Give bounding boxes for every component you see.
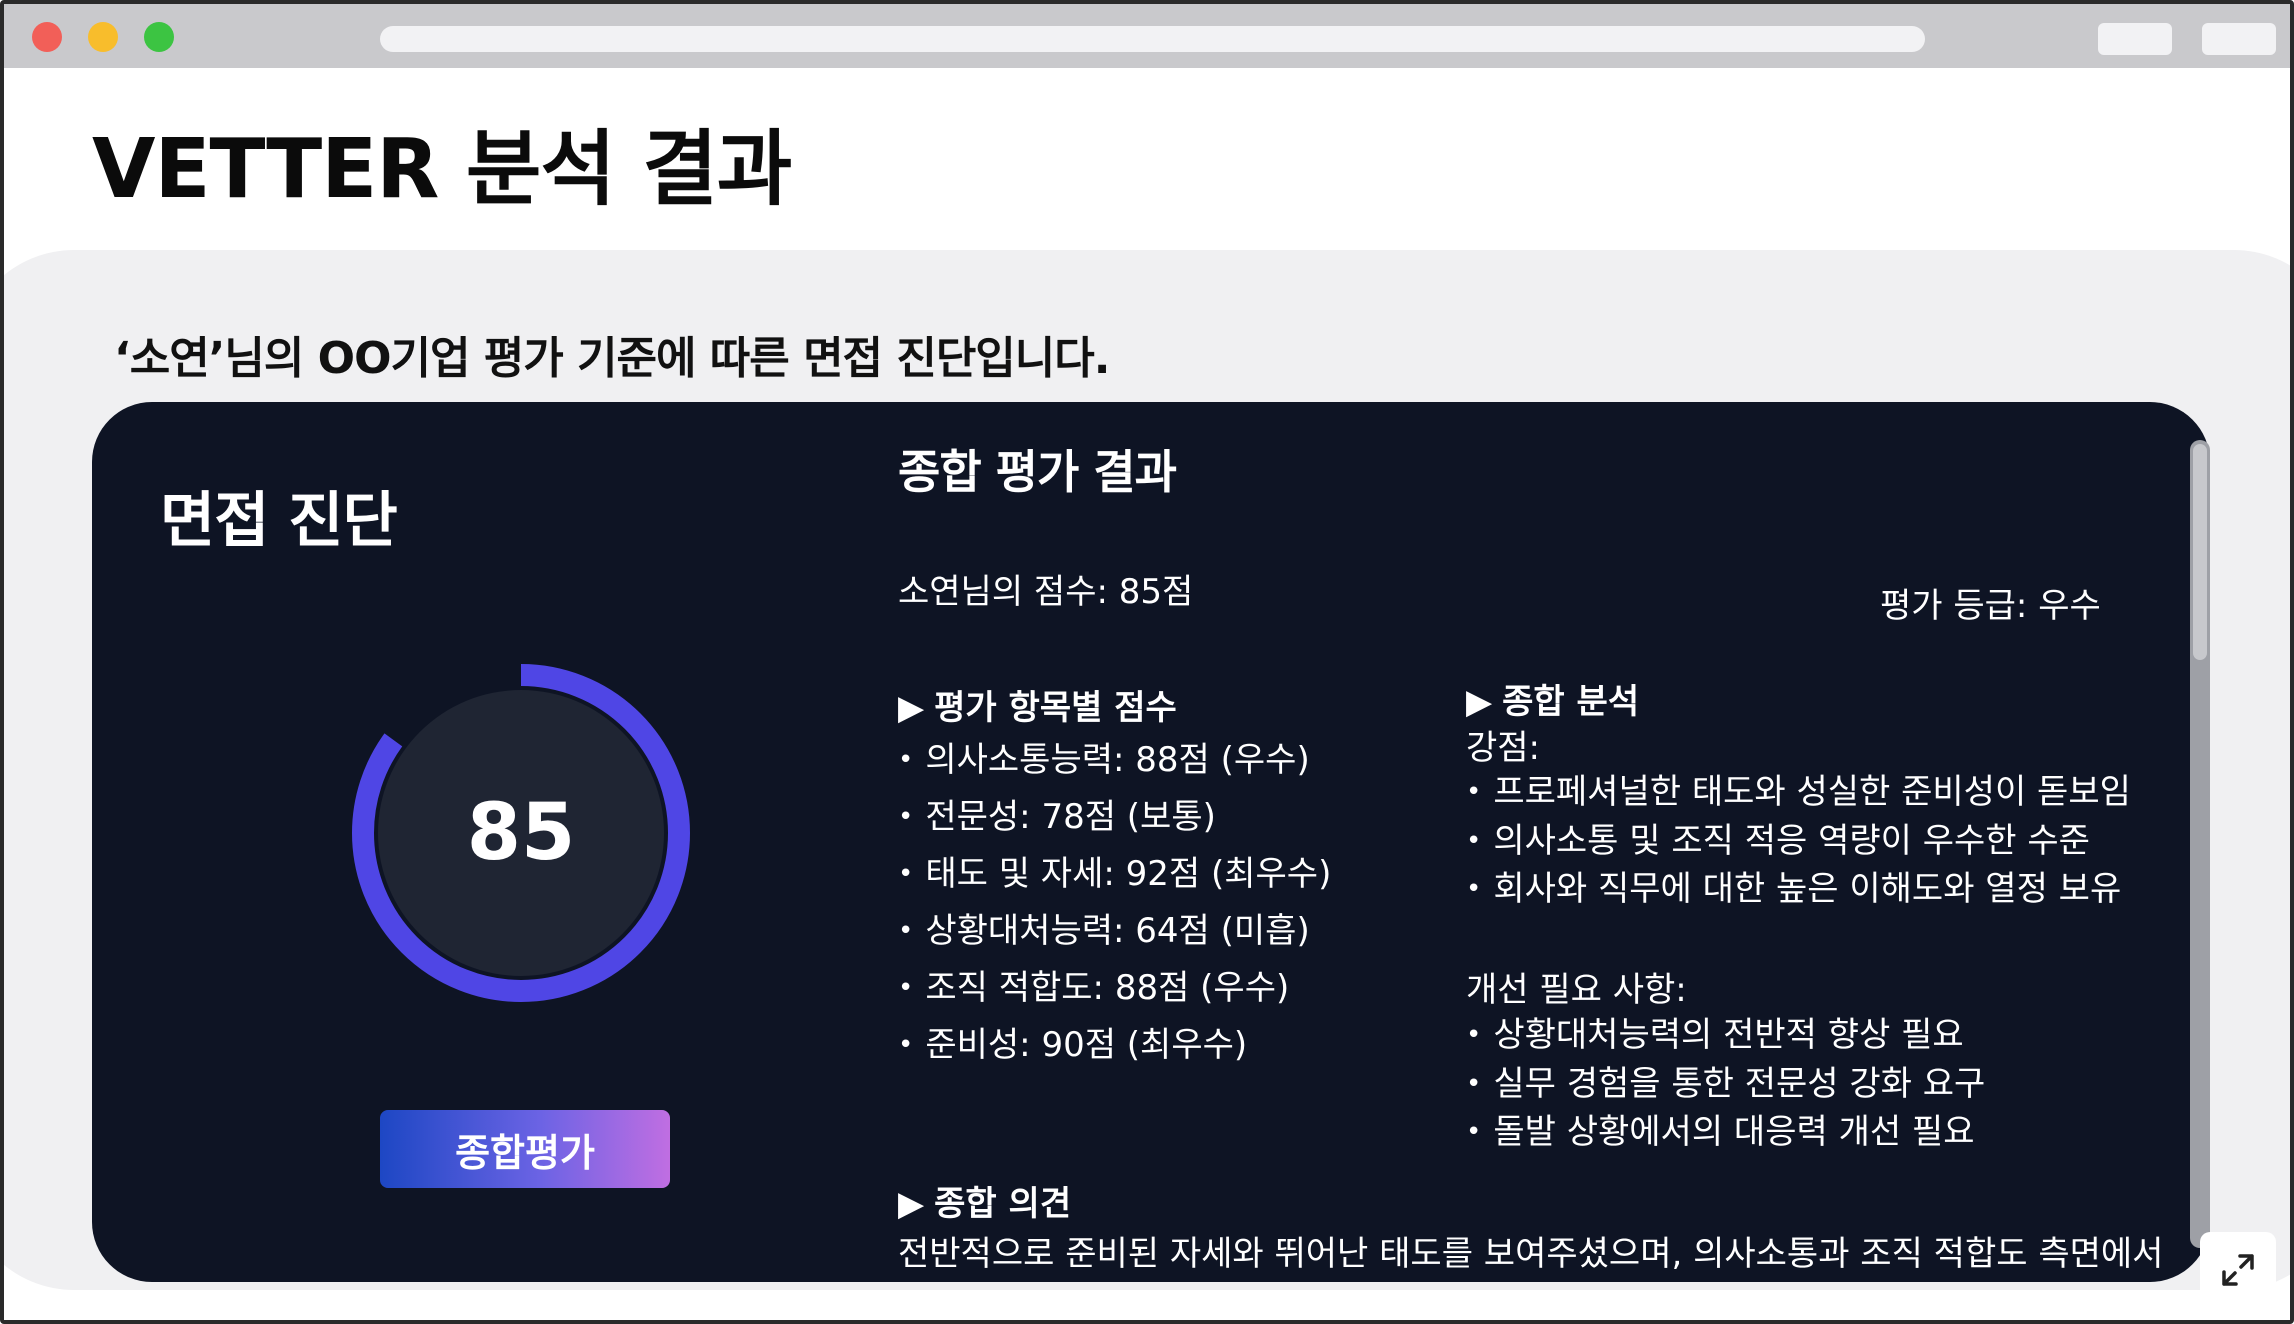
item-scores-heading-label: 평가 항목별 점수: [934, 688, 1177, 728]
list-item: 상황대처능력: 64점 (미흡): [898, 903, 1331, 960]
list-item: 회사와 직무에 대한 높은 이해도와 열정 보유: [1466, 861, 2131, 910]
toolbar-button[interactable]: [2098, 23, 2172, 55]
list-item: 태도 및 자세: 92점 (최우수): [898, 846, 1331, 903]
strengths-list: 프로페셔널한 태도와 성실한 준비성이 돋보임 의사소통 및 조직 적응 역량이…: [1466, 764, 2131, 910]
play-triangle-icon: ▶: [898, 688, 925, 728]
close-window-button[interactable]: [32, 22, 62, 52]
card-heading: 면접 진단: [160, 486, 398, 556]
play-triangle-icon: ▶: [1466, 682, 1493, 722]
expand-icon[interactable]: [2200, 1232, 2276, 1308]
list-item: 상황대처능력의 전반적 향상 필요: [1466, 1007, 1985, 1056]
list-item: 의사소통 및 조직 적응 역량이 우수한 수준: [1466, 813, 2131, 862]
analysis-heading: ▶ 종합 분석: [1466, 674, 1639, 723]
toolbar-button[interactable]: [2202, 23, 2276, 55]
list-item: 프로페셔널한 태도와 성실한 준비성이 돋보임: [1466, 764, 2131, 813]
improvements-label: 개선 필요 사항:: [1466, 970, 1687, 1010]
play-triangle-icon: ▶: [898, 1184, 925, 1224]
results-title: 종합 평가 결과: [898, 445, 1177, 499]
opinion-heading: ▶ 종합 의견: [898, 1176, 1071, 1225]
list-item: 준비성: 90점 (최우수): [898, 1017, 1331, 1074]
list-item: 실무 경험을 통한 전문성 강화 요구: [1466, 1056, 1985, 1105]
list-item: 전문성: 78점 (보통): [898, 789, 1331, 846]
score-text: 소연님의 점수: 85점: [898, 572, 1194, 612]
list-item: 의사소통능력: 88점 (우수): [898, 732, 1331, 789]
item-scores-list: 의사소통능력: 88점 (우수) 전문성: 78점 (보통) 태도 및 자세: …: [898, 732, 1331, 1074]
strengths-label: 강점:: [1466, 728, 1541, 768]
expand-icon-glyph: [2222, 1254, 2254, 1286]
page-subtitle: ‘소연’님의 OO기업 평가 기준에 따른 면접 진단입니다.: [114, 333, 1110, 384]
address-bar[interactable]: [380, 26, 1925, 52]
diagnosis-card: 면접 진단 85 종합평가 종합 평가 결과 소연님의 점수: 85점 평가 등…: [92, 402, 2210, 1282]
scrollbar-thumb[interactable]: [2193, 444, 2207, 660]
grade-text: 평가 등급: 우수: [1880, 586, 2101, 626]
title-bar: [4, 4, 2290, 68]
opinion-heading-label: 종합 의견: [934, 1184, 1072, 1224]
item-scores-heading: ▶ 평가 항목별 점수: [898, 680, 1177, 729]
list-item: 돌발 상황에서의 대응력 개선 필요: [1466, 1104, 1985, 1153]
list-item: 조직 적합도: 88점 (우수): [898, 960, 1331, 1017]
page-title: VETTER 분석 결과: [92, 122, 792, 217]
improvements-list: 상황대처능력의 전반적 향상 필요 실무 경험을 통한 전문성 강화 요구 돌발…: [1466, 1007, 1985, 1153]
browser-window: VETTER 분석 결과 ‘소연’님의 OO기업 평가 기준에 따른 면접 진단…: [0, 0, 2294, 1324]
maximize-window-button[interactable]: [144, 22, 174, 52]
gauge-score: 85: [466, 788, 576, 878]
summary-evaluation-button[interactable]: 종합평가: [380, 1110, 670, 1188]
minimize-window-button[interactable]: [88, 22, 118, 52]
opinion-text: 전반적으로 준비된 자세와 뛰어난 태도를 보여주셨으며, 의사소통과 조직 적…: [898, 1234, 2164, 1274]
analysis-heading-label: 종합 분석: [1502, 682, 1640, 722]
